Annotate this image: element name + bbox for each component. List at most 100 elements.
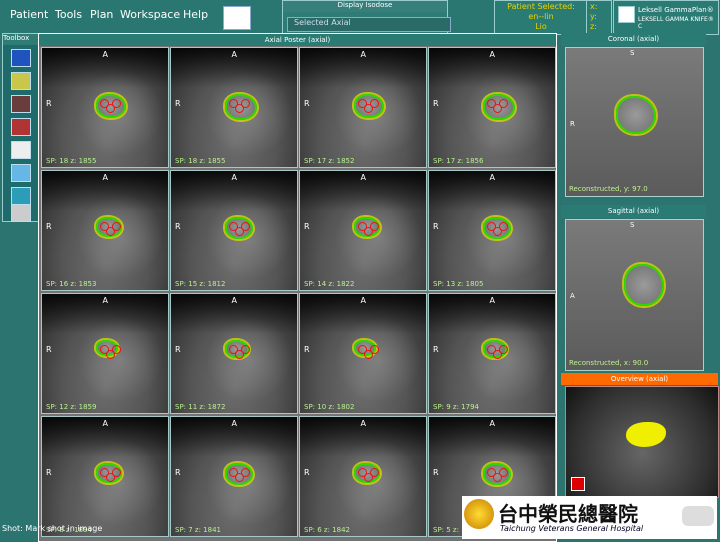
display-isodose-select[interactable]: Selected Axial [287,17,451,32]
overview-3d-view[interactable] [565,386,719,498]
shot-marker[interactable] [369,98,379,108]
axial-slice[interactable]: A R SP: 14 z: 1822 [299,170,427,291]
anterior-label: A [102,50,108,59]
anterior-label: A [360,419,366,428]
target-tool-icon[interactable] [11,118,31,136]
right-label: R [304,345,310,355]
axial-panel: Axial Poster (axial) A R SP: 18 z: 1855 A R S… [38,33,557,542]
hospital-en-name: Taichung Veterans General Hospital [500,524,644,533]
overview-title: Overview (axial) [561,373,718,385]
coronal-s-label: S [630,49,635,57]
slice-label: SP: 11 z: 1872 [175,403,226,411]
sagittal-s-label: S [630,221,635,229]
shot-marker[interactable] [498,467,508,477]
coronal-title: Coronal (axial) [561,33,706,46]
axial-slice[interactable]: A R SP: 15 z: 1812 [170,170,298,291]
hand-tool-icon[interactable] [11,164,31,182]
axial-slice[interactable]: A R SP: 9 z: 1794 [428,293,556,414]
blue-tool-icon[interactable] [11,49,31,67]
yellow-tool-icon[interactable] [11,72,31,90]
status-bar: Shot: Mark shot in image [2,524,103,533]
anterior-label: A [489,50,495,59]
shot-marker[interactable] [240,344,250,354]
overview-red-icon[interactable] [571,477,585,491]
lock-tool-icon[interactable] [11,204,31,222]
slice-label: SP: 13 z: 1805 [433,280,484,288]
circle-tool-icon[interactable] [11,187,31,205]
right-label: R [46,468,52,478]
axial-slice[interactable]: A R SP: 6 z: 1842 [299,416,427,537]
right-label: R [433,345,439,355]
menu-tools[interactable]: Tools [55,8,82,21]
axial-slice[interactable]: A R SP: 8 z: 1894 [41,416,169,537]
menu-patient[interactable]: Patient [10,8,48,21]
right-label: R [304,99,310,109]
menu-plan[interactable]: Plan [90,8,113,21]
shot-marker[interactable] [369,221,379,231]
slice-label: SP: 9 z: 1794 [433,403,479,411]
sagittal-a-label: A [570,292,575,300]
shot-marker[interactable] [498,221,508,231]
logo-line-2: LEKSELL GAMMA KNIFE® C [638,16,714,30]
sagittal-view[interactable]: S A Reconstructed, x: 90.0 [565,219,704,371]
anterior-label: A [231,50,237,59]
right-label: R [46,222,52,232]
slice-label: SP: 7 z: 1841 [175,526,221,534]
anterior-label: A [360,296,366,305]
shot-marker[interactable] [111,344,121,354]
gammaplan-logo-icon [618,6,635,23]
anterior-label: A [360,50,366,59]
right-label: R [433,222,439,232]
shot-marker[interactable] [240,98,250,108]
right-label: R [175,222,181,232]
measure-tool-icon[interactable] [11,141,31,159]
menu-help[interactable]: Help [183,8,208,21]
slice-label: SP: 6 z: 1842 [304,526,350,534]
shot-marker[interactable] [111,98,121,108]
shot-marker[interactable] [111,467,121,477]
patient-id: Lio [535,22,547,31]
coord-x: x: [590,2,598,11]
axial-slice[interactable]: A R SP: 13 z: 1805 [428,170,556,291]
anterior-label: A [231,173,237,182]
axial-slice[interactable]: A R SP: 18 z: 1855 [170,47,298,168]
shot-marker[interactable] [240,467,250,477]
logo-line-1: Leksell GammaPlan® [638,6,714,14]
menu-workspace[interactable]: Workspace [120,8,180,21]
toolbox-title: Toolbox [3,34,39,45]
anterior-label: A [360,173,366,182]
axial-slice[interactable]: A R SP: 17 z: 1856 [428,47,556,168]
red-tool-icon[interactable] [11,95,31,113]
axial-slice[interactable]: A R SP: 16 z: 1853 [41,170,169,291]
coronal-r-label: R [570,120,575,128]
coordinate-panel: x: y: z: [586,0,612,35]
axial-slice[interactable]: A R SP: 10 z: 1802 [299,293,427,414]
shot-marker[interactable] [369,467,379,477]
sagittal-footer: Reconstructed, x: 90.0 [569,359,649,367]
axial-slice[interactable]: A R SP: 7 z: 1841 [170,416,298,537]
shot-marker[interactable] [498,344,508,354]
anterior-label: A [489,173,495,182]
coronal-tumor [616,96,656,134]
logo-panel: Leksell GammaPlan® LEKSELL GAMMA KNIFE® … [613,0,719,35]
anterior-label: A [489,419,495,428]
right-label: R [304,468,310,478]
right-label: R [175,345,181,355]
hospital-cn-name: 台中榮民總醫院 [498,502,638,526]
skull-icon[interactable] [223,6,251,30]
right-label: R [46,345,52,355]
axial-slice[interactable]: A R SP: 17 z: 1852 [299,47,427,168]
anterior-label: A [102,296,108,305]
display-isodose-panel: Display Isodose Selected Axial [282,0,451,35]
shot-marker[interactable] [111,221,121,231]
hospital-banner: 台中榮民總醫院 Taichung Veterans General Hospit… [462,496,717,539]
axial-slice[interactable]: A R SP: 12 z: 1859 [41,293,169,414]
shot-marker[interactable] [240,221,250,231]
patient-label: Patient Selected: [507,2,575,11]
coronal-view[interactable]: S R Reconstructed, y: 97.0 [565,47,704,197]
axial-slice[interactable]: A R SP: 18 z: 1855 [41,47,169,168]
shot-marker[interactable] [369,344,379,354]
axial-slice[interactable]: A R SP: 11 z: 1872 [170,293,298,414]
shot-marker[interactable] [498,98,508,108]
anterior-label: A [102,173,108,182]
